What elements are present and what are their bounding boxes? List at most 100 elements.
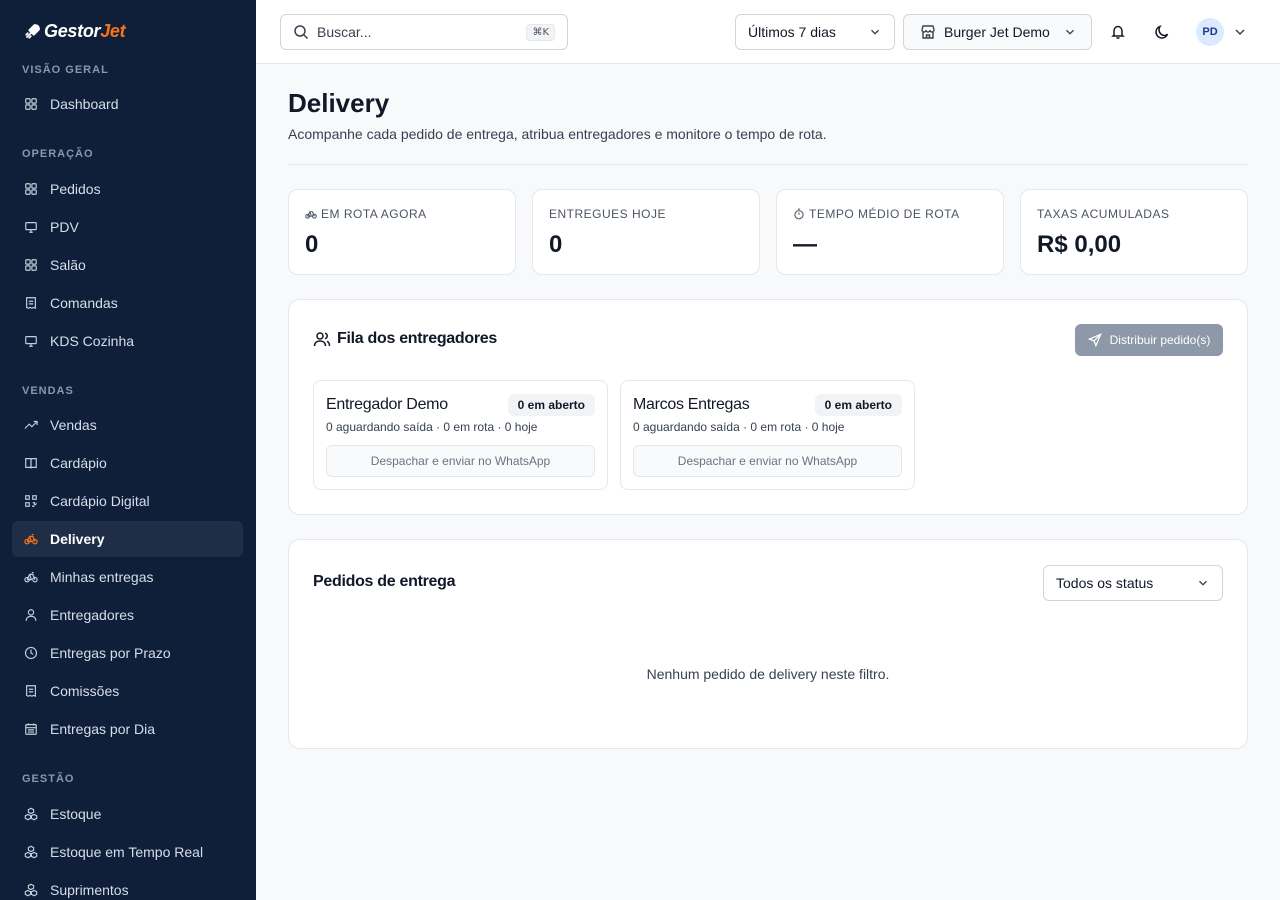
trend-icon [24,418,38,432]
boxes-icon [24,845,38,859]
sidebar-item-salao[interactable]: Salão [12,247,243,283]
search-icon [294,25,309,40]
sidebar-item-label: Dashboard [50,96,119,112]
sidebar-item-minhas-entregas[interactable]: Minhas entregas [12,559,243,595]
chevron-down-icon [1066,29,1074,35]
courier-queue-title: Fila dos entregadores [313,330,497,348]
notifications-button[interactable] [1106,20,1130,44]
sidebar-item-vendas[interactable]: Vendas [12,407,243,443]
sidebar-item-label: Entregas por Prazo [50,645,171,661]
boxes-icon [24,807,38,821]
courier-meta: 0 aguardando saída · 0 em rota · 0 hoje [326,420,538,434]
receipt-icon [24,296,38,310]
send-icon [1087,333,1102,347]
period-value: Últimos 7 dias [748,24,836,40]
sidebar-item-label: Estoque em Tempo Real [50,844,204,860]
distribute-orders-button[interactable]: Distribuir pedido(s) [1075,324,1223,356]
boxes-icon [24,883,38,897]
rocket-icon [25,24,40,39]
sidebar-item-label: Comissões [50,683,120,699]
stat-card-taxas: TAXAS ACUMULADAS R$ 0,00 [1020,189,1248,275]
sidebar-item-label: KDS Cozinha [50,333,135,349]
search-input[interactable]: Buscar... ⌘K [280,14,568,50]
courier-meta: 0 aguardando saída · 0 em rota · 0 hoje [633,420,845,434]
sidebar-item-label: Comandas [50,295,118,311]
delivery-orders-title: Pedidos de entrega [313,573,456,590]
sidebar-item-label: Entregadores [50,607,135,623]
sidebar-item-kds-cozinha[interactable]: KDS Cozinha [12,323,243,359]
sidebar-item-label: Cardápio Digital [50,493,150,509]
chevron-down-icon [1199,580,1207,586]
store-icon [921,25,935,39]
status-filter-value: Todos os status [1056,575,1154,591]
courier-open-badge: 0 em aberto [814,394,902,416]
page-title: Delivery [288,88,390,118]
sidebar-item-label: Suprimentos [50,882,129,898]
sidebar: GestorJet VISÃO GERAL OPERAÇÃO VENDAS GE… [0,0,256,900]
sidebar-item-entregas-por-prazo[interactable]: Entregas por Prazo [12,635,243,671]
sidebar-item-label: Pedidos [50,181,101,197]
sidebar-item-suprimentos[interactable]: Suprimentos [12,872,243,900]
brand-name: GestorJet [44,20,126,41]
section-operacao: OPERAÇÃO [22,148,94,160]
grid-icon [24,182,38,196]
store-name: Burger Jet Demo [944,24,1050,40]
sidebar-item-cardapio-digital[interactable]: Cardápio Digital [12,483,243,519]
stat-label: TAXAS ACUMULADAS [1037,207,1170,221]
chevron-down-icon [871,29,879,35]
bike-icon [24,532,38,546]
delivery-orders-card: Pedidos de entrega Todos os status Nenhu… [288,539,1248,749]
sidebar-item-label: Salão [50,257,86,273]
calendar-icon [24,722,38,736]
sidebar-item-comandas[interactable]: Comandas [12,285,243,321]
sidebar-item-delivery[interactable]: Delivery [12,521,243,557]
bell-icon [1111,25,1125,39]
monitor-icon [24,334,38,348]
qr-icon [24,494,38,508]
theme-toggle-button[interactable] [1150,20,1174,44]
sidebar-item-label: Entregas por Dia [50,721,156,737]
courier-card: Marcos Entregas 0 em aberto 0 aguardando… [620,380,915,490]
section-gestao: GESTÃO [22,773,75,785]
page-subtitle: Acompanhe cada pedido de entrega, atribu… [288,126,827,142]
dispatch-whatsapp-button[interactable]: Despachar e enviar no WhatsApp [326,445,595,477]
divider [288,164,1248,165]
stat-card-tempo-medio: TEMPO MÉDIO DE ROTA — [776,189,1004,275]
sidebar-item-comissoes[interactable]: Comissões [12,673,243,709]
store-selector[interactable]: Burger Jet Demo [903,14,1092,50]
status-filter-select[interactable]: Todos os status [1043,565,1223,601]
sidebar-item-entregas-por-dia[interactable]: Entregas por Dia [12,711,243,747]
search-placeholder: Buscar... [317,24,372,40]
courier-open-badge: 0 em aberto [507,394,595,416]
sidebar-item-estoque-tempo-real[interactable]: Estoque em Tempo Real [12,834,243,870]
sidebar-item-label: Vendas [50,417,97,433]
sidebar-item-entregadores[interactable]: Entregadores [12,597,243,633]
empty-state-message: Nenhum pedido de delivery neste filtro. [646,666,890,682]
sidebar-item-dashboard[interactable]: Dashboard [12,86,243,122]
courier-card: Entregador Demo 0 em aberto 0 aguardando… [313,380,608,490]
courier-queue-card: Fila dos entregadores Distribuir pedido(… [288,299,1248,515]
avatar[interactable]: PD [1196,18,1224,46]
section-vendas: VENDAS [22,385,74,397]
stat-label: ENTREGUES HOJE [549,207,667,221]
stat-value: R$ 0,00 [1037,231,1122,258]
sidebar-item-label: PDV [50,219,79,235]
users-icon [313,332,331,347]
sidebar-item-pdv[interactable]: PDV [12,209,243,245]
grid-icon [24,97,38,111]
sidebar-item-label: Minhas entregas [50,569,154,585]
sidebar-item-pedidos[interactable]: Pedidos [12,171,243,207]
period-select[interactable]: Últimos 7 dias [735,14,895,50]
chevron-down-icon[interactable] [1232,24,1248,40]
sidebar-item-estoque[interactable]: Estoque [12,796,243,832]
stat-value: 0 [305,231,319,258]
search-shortcut: ⌘K [526,23,555,41]
monitor-icon [24,220,38,234]
stat-value: 0 [549,231,563,258]
grid-icon [24,258,38,272]
stat-value: — [793,231,817,258]
sidebar-item-cardapio[interactable]: Cardápio [12,445,243,481]
topbar: Buscar... ⌘K Últimos 7 dias Burger Jet D… [256,0,1280,64]
brand-logo[interactable]: GestorJet [24,20,126,42]
dispatch-whatsapp-button[interactable]: Despachar e enviar no WhatsApp [633,445,902,477]
